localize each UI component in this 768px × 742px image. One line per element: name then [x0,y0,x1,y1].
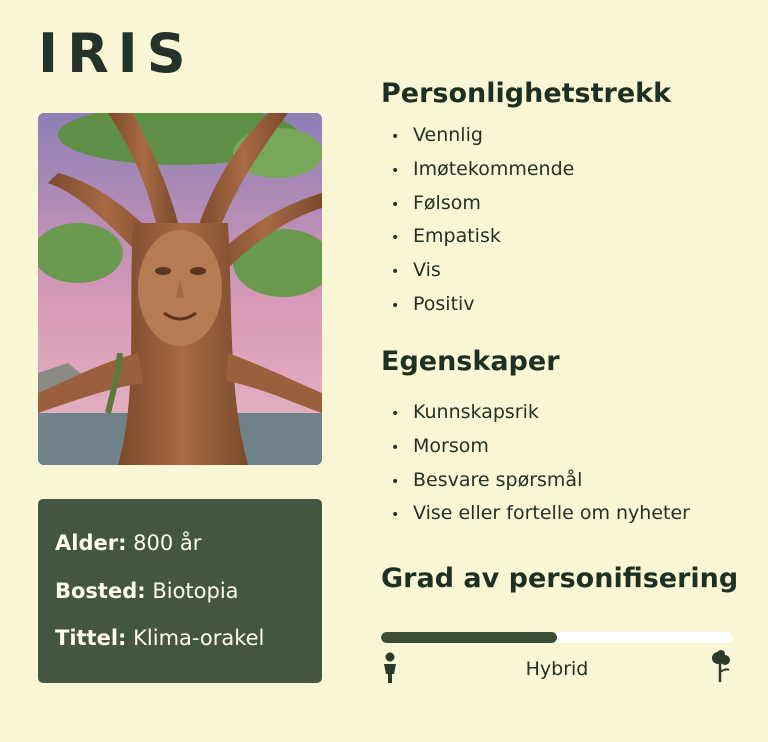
traits-list: • Vennlig • Imøtekommende • Følsom • Empatis… [391,119,574,322]
home-label: Bosted: [55,579,146,603]
home-value: Biotopia [152,579,239,603]
list-item: • Vise eller fortelle om nyheter [391,502,690,525]
age-label: Alder: [55,531,127,555]
title-value: Klima-orakel [133,626,265,650]
personification-heading: Grad av personifisering [381,563,739,594]
list-item: • Besvare spørsmål [391,468,583,491]
traits-heading: Personlighetstrekk [381,78,672,109]
home-row: Bosted: Biotopia [55,579,239,603]
list-item: • Kunnskapsrik [391,401,539,423]
tree-character-portrait [38,113,322,465]
title-row: Tittel: Klima-orakel [55,626,264,650]
character-name: IRIS [38,22,195,85]
abilities-heading: Egenskaper [381,346,560,377]
age-value: 800 år [133,531,202,555]
abilities-list: • Kunnskapsrik • Morsom • Besvare spørsmål … [391,396,690,531]
personification-label: Hybrid [525,658,589,680]
info-card: Alder: 800 år Bosted: Biotopia Tittel: K… [38,499,322,683]
age-row: Alder: 800 år [55,531,201,555]
list-item: • Vis [391,259,441,282]
list-item: • Empatisk [391,225,501,248]
list-item: • Følsom [391,191,481,214]
list-item: • Morsom [391,434,489,457]
plant-icon [712,650,730,682]
list-item: • Imøtekommende [391,157,575,180]
personification-bar [381,632,733,643]
list-item: • Positiv [391,292,475,315]
list-item: • Vennlig [391,124,483,146]
title-label: Tittel: [55,626,127,650]
personification-bar-fill [381,632,557,643]
